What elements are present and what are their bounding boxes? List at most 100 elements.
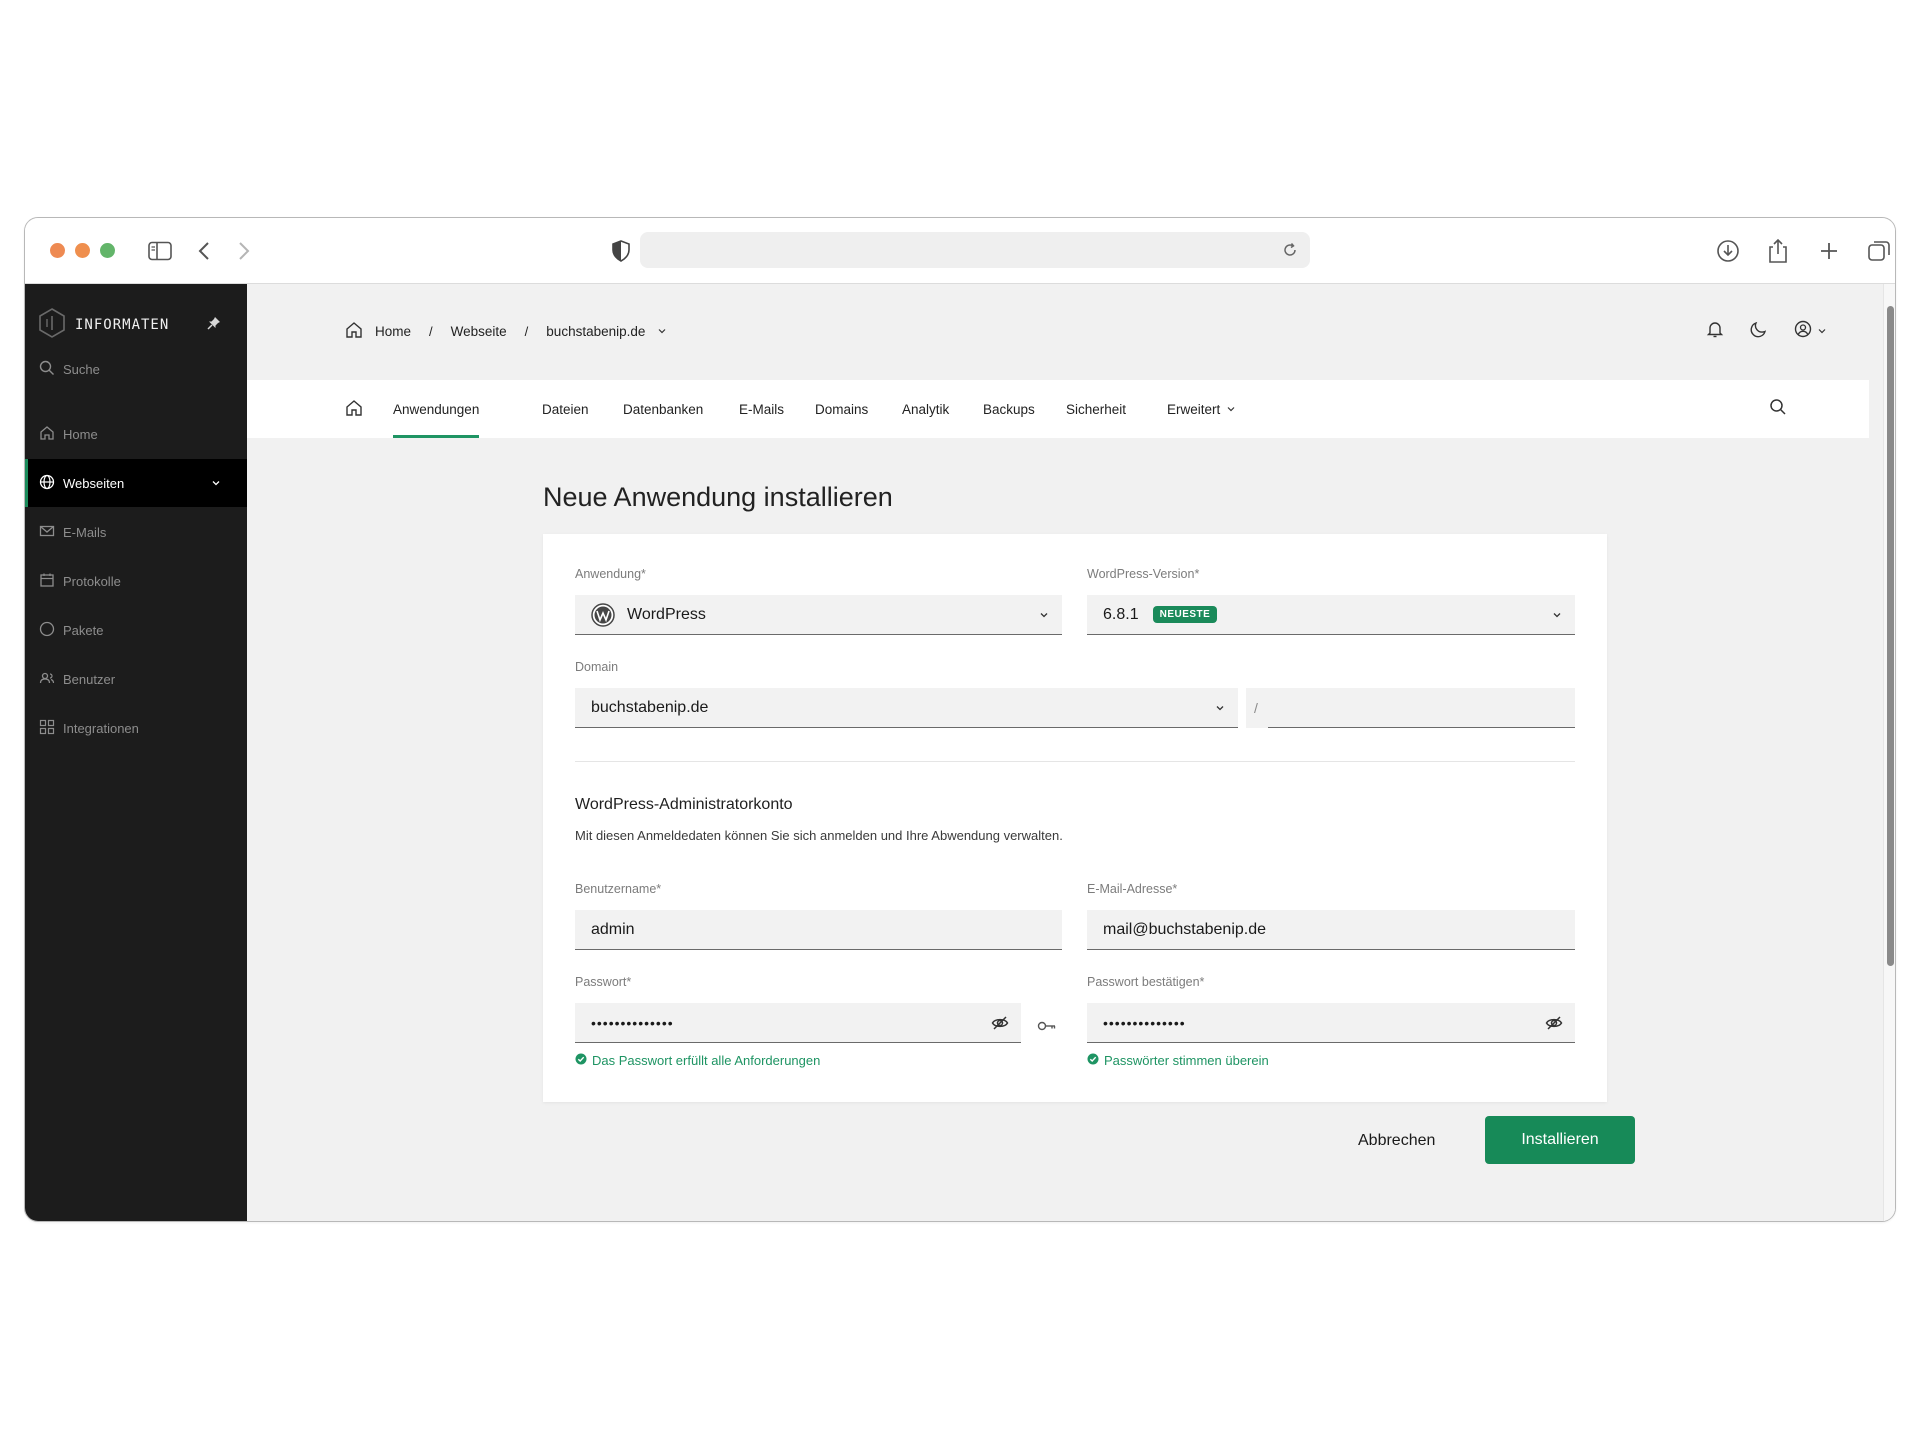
globe-icon <box>39 474 55 493</box>
install-button[interactable]: Installieren <box>1485 1116 1635 1164</box>
password-confirm-value: •••••••••••••• <box>1103 1014 1186 1031</box>
domain-value: buchstabenip.de <box>591 698 709 716</box>
user-avatar-icon <box>1794 320 1812 343</box>
sidebar-item-label: E-Mails <box>63 524 107 540</box>
tab-overview-icon[interactable] <box>1866 238 1892 264</box>
moon-icon[interactable] <box>1750 320 1768 343</box>
password-input[interactable]: •••••••••••••• <box>575 1003 1021 1043</box>
tab-emails[interactable]: E-Mails <box>739 380 784 438</box>
back-icon[interactable] <box>191 238 217 264</box>
tab-sicherheit[interactable]: Sicherheit <box>1066 380 1126 438</box>
username-value: admin <box>591 920 635 938</box>
version-value: 6.8.1 <box>1103 605 1139 623</box>
user-menu[interactable] <box>1794 320 1827 343</box>
breadcrumb-home[interactable]: Home <box>375 324 411 339</box>
sidebar-toggle-icon[interactable] <box>147 238 173 264</box>
tab-erweitert-label: Erweitert <box>1167 401 1221 417</box>
home-icon <box>39 425 55 444</box>
home-icon <box>345 399 363 420</box>
tab-analytik[interactable]: Analytik <box>902 380 949 438</box>
password-match-text: Passwörter stimmen überein <box>1104 1053 1269 1068</box>
tab-domains[interactable]: Domains <box>815 380 868 438</box>
admin-section-description: Mit diesen Anmeldedaten können Sie sich … <box>575 828 1063 843</box>
brand[interactable]: INFORMATEN <box>39 307 170 343</box>
version-select[interactable]: 6.8.1 NEUESTE <box>1087 595 1575 635</box>
username-input[interactable]: admin <box>575 910 1062 950</box>
version-label: WordPress-Version* <box>1087 567 1200 581</box>
breadcrumb-domain[interactable]: buchstabenip.de <box>546 324 645 339</box>
pin-icon[interactable] <box>207 316 223 332</box>
close-window-button[interactable] <box>50 243 65 258</box>
generate-password-key-icon[interactable] <box>1037 1019 1057 1037</box>
zoom-window-button[interactable] <box>100 243 115 258</box>
address-bar[interactable] <box>640 232 1310 268</box>
path-prefix: / <box>1254 700 1258 716</box>
reload-icon[interactable] <box>1278 238 1302 262</box>
logo-icon <box>39 307 65 343</box>
app-sidebar: INFORMATEN Suche Home Webseiten E-Mails … <box>25 284 247 1221</box>
calendar-icon <box>39 572 55 591</box>
check-circle-icon <box>1087 1053 1099 1068</box>
breadcrumb-section[interactable]: Webseite <box>451 324 507 339</box>
password-hint-text: Das Passwort erfüllt alle Anforderungen <box>592 1053 821 1068</box>
install-form-card: Anwendung* WordPress WordPress-Version* … <box>543 534 1607 1102</box>
sidebar-item-pakete[interactable]: Pakete <box>25 606 247 654</box>
chevron-down-icon[interactable] <box>657 324 667 339</box>
eye-off-icon[interactable] <box>1545 1015 1563 1036</box>
section-divider <box>575 761 1575 762</box>
search-icon <box>39 360 55 379</box>
application-select[interactable]: WordPress <box>575 595 1062 635</box>
page-title: Neue Anwendung installieren <box>543 482 893 512</box>
bell-icon[interactable] <box>1706 320 1724 343</box>
username-label: Benutzername* <box>575 882 662 896</box>
password-value: •••••••••••••• <box>591 1014 674 1031</box>
download-icon[interactable] <box>1715 238 1741 264</box>
share-icon[interactable] <box>1765 238 1791 264</box>
browser-window: INFORMATEN Suche Home Webseiten E-Mails … <box>24 217 1896 1222</box>
tab-home[interactable] <box>345 380 363 438</box>
search-icon[interactable] <box>1769 398 1787 421</box>
eye-off-icon[interactable] <box>991 1015 1009 1036</box>
privacy-shield-icon[interactable] <box>608 238 634 264</box>
sidebar-search[interactable]: Suche <box>39 360 100 379</box>
tab-erweitert[interactable]: Erweitert <box>1167 380 1236 438</box>
path-input[interactable]: / <box>1246 688 1575 728</box>
tab-backups[interactable]: Backups <box>983 380 1035 438</box>
chevron-down-icon <box>1817 323 1827 341</box>
sidebar-item-label: Webseiten <box>63 475 125 491</box>
application-value: WordPress <box>627 605 706 623</box>
tab-anwendungen[interactable]: Anwendungen <box>393 380 480 438</box>
cancel-button[interactable]: Abbrechen <box>1358 1132 1435 1150</box>
forward-icon[interactable] <box>231 238 257 264</box>
topbar-actions <box>1706 320 1827 343</box>
circle-icon <box>39 621 55 640</box>
tab-dateien[interactable]: Dateien <box>542 380 589 438</box>
sidebar-item-label: Integrationen <box>63 720 139 736</box>
check-circle-icon <box>575 1053 587 1068</box>
sidebar-item-integrationen[interactable]: Integrationen <box>25 704 247 752</box>
sidebar-item-benutzer[interactable]: Benutzer <box>25 655 247 703</box>
chevron-down-icon <box>1214 701 1226 719</box>
sidebar-item-label: Benutzer <box>63 671 116 687</box>
sidebar-item-home[interactable]: Home <box>25 410 247 458</box>
email-label: E-Mail-Adresse* <box>1087 882 1178 896</box>
domain-select[interactable]: buchstabenip.de <box>575 688 1238 728</box>
application-label: Anwendung* <box>575 567 646 581</box>
sidebar-item-label: Home <box>63 426 98 442</box>
domain-label: Domain <box>575 660 619 674</box>
sidebar-item-protokolle[interactable]: Protokolle <box>25 557 247 605</box>
brand-name: INFORMATEN <box>75 317 170 333</box>
minimize-window-button[interactable] <box>75 243 90 258</box>
scrollbar-thumb[interactable] <box>1887 306 1894 966</box>
tab-datenbanken[interactable]: Datenbanken <box>623 380 703 438</box>
email-input[interactable]: mail@buchstabenip.de <box>1087 910 1575 950</box>
chevron-down-icon <box>211 476 221 491</box>
new-tab-icon[interactable] <box>1816 238 1842 264</box>
sidebar-item-emails[interactable]: E-Mails <box>25 508 247 556</box>
home-icon[interactable] <box>345 321 363 342</box>
password-confirm-input[interactable]: •••••••••••••• <box>1087 1003 1575 1043</box>
breadcrumb: Home / Webseite / buchstabenip.de <box>345 321 667 342</box>
sidebar-item-webseiten[interactable]: Webseiten <box>25 459 247 507</box>
page-scrollbar[interactable] <box>1883 284 1895 1221</box>
password-confirm-label: Passwort bestätigen* <box>1087 975 1205 989</box>
